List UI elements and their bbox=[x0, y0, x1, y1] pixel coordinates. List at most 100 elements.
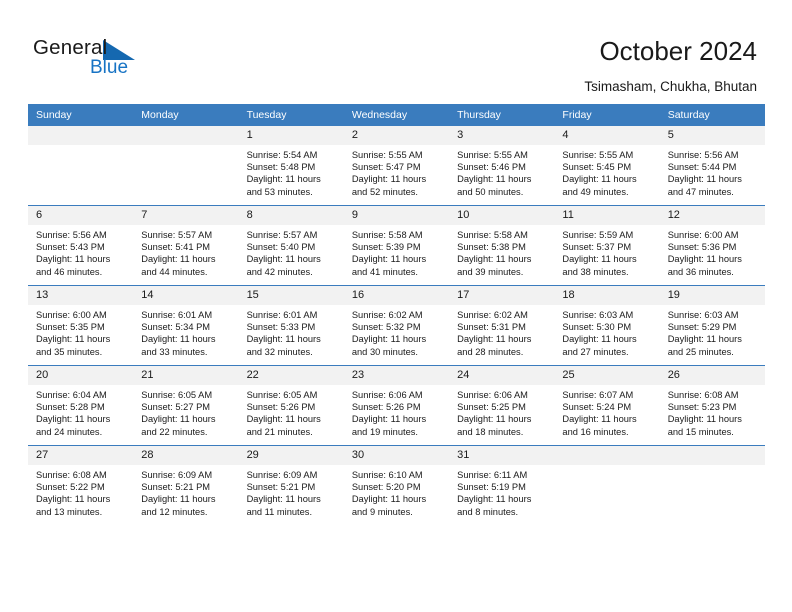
general-blue-logo[interactable]: General Blue bbox=[33, 36, 213, 86]
day-info-sunset: Sunset: 5:48 PM bbox=[246, 162, 316, 173]
day-number: 15 bbox=[238, 286, 344, 305]
day-sun-info: Sunrise: 6:02 AM Sunset: 5:32 PM Daylight:… bbox=[344, 305, 449, 358]
calendar-day-cell[interactable]: 1 Sunrise: 5:54 AM Sunset: 5:48 PM Daylight… bbox=[238, 126, 344, 206]
day-number bbox=[28, 126, 134, 145]
calendar-day-cell[interactable]: 4 Sunrise: 5:55 AM Sunset: 5:45 PM Daylight… bbox=[554, 126, 660, 206]
day-info-daylight1: Daylight: 11 hours bbox=[667, 414, 742, 425]
weekday-header-thursday: Thursday bbox=[449, 104, 555, 126]
day-info-sunrise: Sunrise: 5:57 AM bbox=[246, 230, 318, 240]
day-info-sunset: Sunset: 5:22 PM bbox=[36, 482, 105, 493]
calendar-day-cell[interactable]: 7 Sunrise: 5:57 AM Sunset: 5:41 PM Daylight… bbox=[133, 205, 239, 286]
calendar-day-cell[interactable]: 3 Sunrise: 5:55 AM Sunset: 5:46 PM Daylight… bbox=[449, 126, 555, 206]
calendar-day-cell[interactable]: 16 Sunrise: 6:02 AM Sunset: 5:32 PM Dayligh… bbox=[343, 285, 450, 366]
page-title: October 2024 bbox=[599, 36, 757, 66]
day-info-sunrise: Sunrise: 5:56 AM bbox=[667, 150, 739, 160]
day-info-sunrise: Sunrise: 6:05 AM bbox=[141, 390, 213, 400]
day-info-daylight2: and 49 minutes. bbox=[562, 186, 629, 197]
calendar-day-cell[interactable]: 13 Sunrise: 6:00 AM Sunset: 5:35 PM Dayligh… bbox=[28, 285, 134, 366]
weekday-header-friday: Friday bbox=[554, 104, 660, 126]
calendar-day-cell[interactable]: 24 Sunrise: 6:06 AM Sunset: 5:25 PM Dayligh… bbox=[449, 365, 555, 446]
day-info-daylight1: Daylight: 11 hours bbox=[457, 334, 532, 345]
day-sun-info: Sunrise: 5:57 AM Sunset: 5:40 PM Daylight:… bbox=[239, 225, 344, 278]
day-info-sunrise: Sunrise: 5:58 AM bbox=[351, 230, 423, 240]
calendar-day-cell[interactable]: 14 Sunrise: 6:01 AM Sunset: 5:34 PM Dayligh… bbox=[133, 285, 239, 366]
day-info-sunset: Sunset: 5:39 PM bbox=[351, 242, 421, 253]
day-sun-info: Sunrise: 5:58 AM Sunset: 5:38 PM Daylight:… bbox=[449, 225, 554, 278]
calendar-day-cell[interactable]: 6 Sunrise: 5:56 AM Sunset: 5:43 PM Daylight… bbox=[28, 205, 134, 286]
day-number: 2 bbox=[343, 126, 450, 145]
day-info-daylight2: and 27 minutes. bbox=[562, 346, 629, 357]
calendar-day-cell[interactable]: 19 Sunrise: 6:03 AM Sunset: 5:29 PM Dayligh… bbox=[659, 285, 765, 366]
day-info-daylight1: Daylight: 11 hours bbox=[141, 414, 216, 425]
calendar-day-cell[interactable]: 21 Sunrise: 6:05 AM Sunset: 5:27 PM Dayligh… bbox=[133, 365, 239, 446]
calendar-day-cell[interactable]: 18 Sunrise: 6:03 AM Sunset: 5:30 PM Dayligh… bbox=[554, 285, 660, 366]
day-number: 31 bbox=[449, 446, 555, 465]
day-info-daylight1: Daylight: 11 hours bbox=[246, 414, 321, 425]
calendar-day-cell[interactable]: 29 Sunrise: 6:09 AM Sunset: 5:21 PM Dayligh… bbox=[238, 445, 344, 525]
day-number: 21 bbox=[133, 366, 239, 385]
day-info-sunrise: Sunrise: 5:56 AM bbox=[36, 230, 107, 240]
day-info-sunrise: Sunrise: 5:55 AM bbox=[351, 150, 423, 160]
day-info-daylight2: and 53 minutes. bbox=[246, 186, 313, 197]
calendar-day-cell[interactable]: 27 Sunrise: 6:08 AM Sunset: 5:22 PM Dayligh… bbox=[28, 445, 134, 525]
day-info-daylight1: Daylight: 11 hours bbox=[36, 334, 111, 345]
day-sun-info: Sunrise: 6:00 AM Sunset: 5:36 PM Daylight:… bbox=[660, 225, 765, 278]
calendar-day-cell[interactable]: 23 Sunrise: 6:06 AM Sunset: 5:26 PM Dayligh… bbox=[343, 365, 450, 446]
day-info-daylight2: and 8 minutes. bbox=[457, 506, 519, 517]
day-number: 14 bbox=[133, 286, 239, 305]
calendar-week-row: 13 Sunrise: 6:00 AM Sunset: 5:35 PM Dayligh… bbox=[28, 285, 765, 366]
day-info-daylight2: and 15 minutes. bbox=[667, 426, 734, 437]
weekday-header-monday: Monday bbox=[133, 104, 239, 126]
day-sun-info: Sunrise: 5:56 AM Sunset: 5:43 PM Daylight:… bbox=[28, 225, 133, 278]
calendar-day-cell[interactable]: 11 Sunrise: 5:59 AM Sunset: 5:37 PM Dayligh… bbox=[554, 205, 660, 286]
calendar-day-cell[interactable]: 22 Sunrise: 6:05 AM Sunset: 5:26 PM Dayligh… bbox=[238, 365, 344, 446]
calendar-day-cell[interactable]: 15 Sunrise: 6:01 AM Sunset: 5:33 PM Dayligh… bbox=[238, 285, 344, 366]
calendar-day-cell[interactable]: 8 Sunrise: 5:57 AM Sunset: 5:40 PM Daylight… bbox=[238, 205, 344, 286]
calendar-day-cell[interactable]: 31 Sunrise: 6:11 AM Sunset: 5:19 PM Dayligh… bbox=[449, 445, 555, 525]
day-sun-info: Sunrise: 5:57 AM Sunset: 5:41 PM Daylight:… bbox=[133, 225, 238, 278]
day-info-sunrise: Sunrise: 6:03 AM bbox=[667, 310, 739, 320]
day-info-sunrise: Sunrise: 6:00 AM bbox=[667, 230, 739, 240]
day-info-daylight1: Daylight: 11 hours bbox=[667, 254, 742, 265]
calendar-day-cell[interactable]: 12 Sunrise: 6:00 AM Sunset: 5:36 PM Dayligh… bbox=[659, 205, 765, 286]
day-info-sunrise: Sunrise: 6:02 AM bbox=[457, 310, 528, 320]
day-number: 1 bbox=[238, 126, 344, 145]
calendar-day-cell[interactable]: 9 Sunrise: 5:58 AM Sunset: 5:39 PM Daylight… bbox=[343, 205, 450, 286]
day-number: 23 bbox=[343, 366, 450, 385]
day-number: 26 bbox=[659, 366, 765, 385]
calendar-day-cell[interactable]: 30 Sunrise: 6:10 AM Sunset: 5:20 PM Dayligh… bbox=[343, 445, 450, 525]
calendar-day-cell[interactable]: 26 Sunrise: 6:08 AM Sunset: 5:23 PM Dayligh… bbox=[659, 365, 765, 446]
day-number: 5 bbox=[659, 126, 765, 145]
calendar-table: Sunday Monday Tuesday Wednesday Thursday… bbox=[28, 104, 765, 525]
calendar-cell-empty bbox=[659, 445, 765, 525]
calendar-day-cell[interactable]: 2 Sunrise: 5:55 AM Sunset: 5:47 PM Daylight… bbox=[343, 126, 450, 206]
day-info-daylight1: Daylight: 11 hours bbox=[457, 254, 532, 265]
day-info-daylight1: Daylight: 11 hours bbox=[141, 254, 216, 265]
day-sun-info: Sunrise: 6:08 AM Sunset: 5:22 PM Daylight:… bbox=[28, 465, 133, 518]
day-info-sunrise: Sunrise: 6:06 AM bbox=[351, 390, 423, 400]
day-sun-info: Sunrise: 6:00 AM Sunset: 5:35 PM Daylight:… bbox=[28, 305, 133, 358]
calendar-day-cell[interactable]: 5 Sunrise: 5:56 AM Sunset: 5:44 PM Daylight… bbox=[659, 126, 765, 206]
calendar-day-cell[interactable]: 28 Sunrise: 6:09 AM Sunset: 5:21 PM Dayligh… bbox=[133, 445, 239, 525]
day-info-daylight1: Daylight: 11 hours bbox=[457, 494, 532, 505]
calendar-day-cell[interactable]: 10 Sunrise: 5:58 AM Sunset: 5:38 PM Dayligh… bbox=[449, 205, 555, 286]
calendar-day-cell[interactable]: 25 Sunrise: 6:07 AM Sunset: 5:24 PM Dayligh… bbox=[554, 365, 660, 446]
day-sun-info: Sunrise: 6:09 AM Sunset: 5:21 PM Daylight:… bbox=[133, 465, 238, 518]
day-info-daylight1: Daylight: 11 hours bbox=[667, 174, 742, 185]
day-info-daylight1: Daylight: 11 hours bbox=[246, 254, 321, 265]
calendar-day-cell[interactable]: 17 Sunrise: 6:02 AM Sunset: 5:31 PM Dayligh… bbox=[449, 285, 555, 366]
calendar-cell-empty bbox=[554, 445, 660, 525]
day-info-sunset: Sunset: 5:47 PM bbox=[351, 162, 421, 173]
day-info-sunrise: Sunrise: 6:07 AM bbox=[562, 390, 634, 400]
day-info-daylight1: Daylight: 11 hours bbox=[351, 254, 427, 265]
calendar-day-cell[interactable]: 20 Sunrise: 6:04 AM Sunset: 5:28 PM Dayligh… bbox=[28, 365, 134, 446]
day-info-sunset: Sunset: 5:38 PM bbox=[457, 242, 526, 253]
day-number: 13 bbox=[28, 286, 134, 305]
page-subtitle: Tsimasham, Chukha, Bhutan bbox=[584, 79, 757, 94]
day-info-sunset: Sunset: 5:35 PM bbox=[36, 322, 105, 333]
day-info-sunrise: Sunrise: 6:04 AM bbox=[36, 390, 107, 400]
day-info-sunrise: Sunrise: 5:59 AM bbox=[562, 230, 634, 240]
day-info-sunset: Sunset: 5:29 PM bbox=[667, 322, 737, 333]
calendar-week-row: 27 Sunrise: 6:08 AM Sunset: 5:22 PM Dayligh… bbox=[28, 445, 765, 525]
day-info-daylight1: Daylight: 11 hours bbox=[351, 174, 427, 185]
